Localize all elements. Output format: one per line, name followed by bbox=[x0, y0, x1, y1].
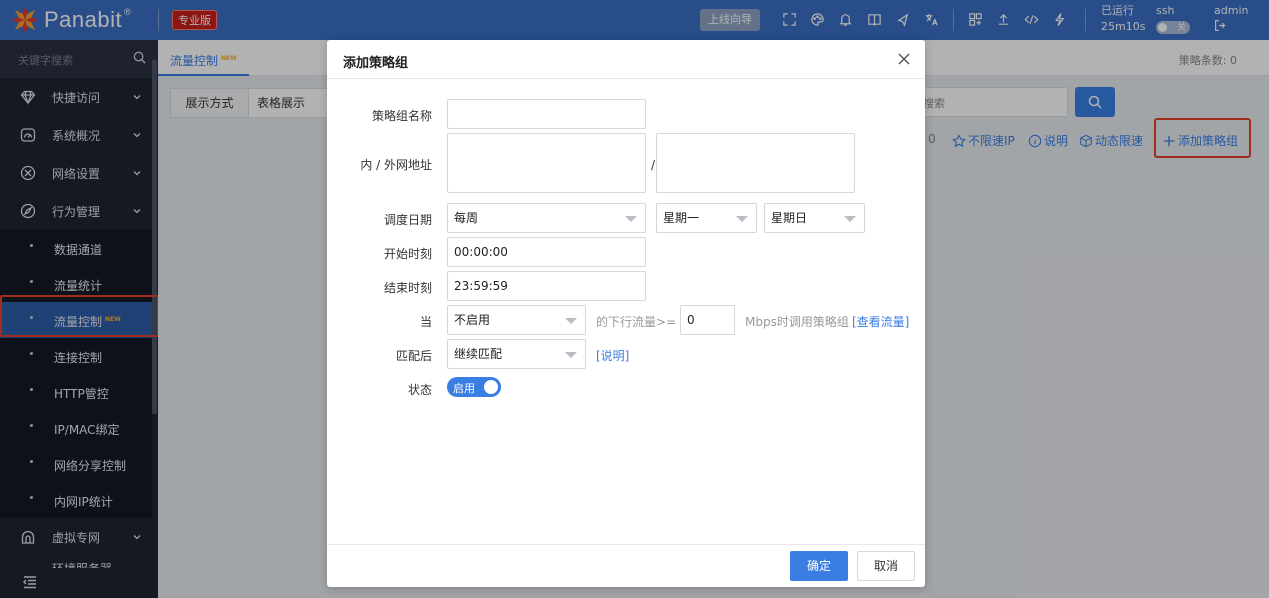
status-label: 状态 bbox=[407, 383, 432, 397]
dialog-divider bbox=[327, 78, 925, 79]
address-separator: / bbox=[651, 158, 656, 172]
confirm-button[interactable]: 确定 bbox=[790, 551, 848, 581]
add-policy-group-dialog: 添加策略组 策略组名称 内 / 外网地址 / 调度日期 每周 星期一 星期日 开… bbox=[327, 40, 925, 587]
start-time-label: 开始时刻 bbox=[383, 247, 432, 261]
group-name-input[interactable] bbox=[447, 99, 646, 129]
dropdown-caret-icon bbox=[844, 216, 856, 222]
schedule-select[interactable]: 每周 bbox=[447, 203, 646, 233]
threshold-input[interactable]: 0 bbox=[680, 305, 735, 335]
end-time-label: 结束时刻 bbox=[383, 281, 432, 295]
when-select[interactable]: 不启用 bbox=[447, 305, 586, 335]
dropdown-caret-icon bbox=[736, 216, 748, 222]
after-match-select[interactable]: 继续匹配 bbox=[447, 339, 586, 369]
dropdown-caret-icon bbox=[565, 318, 577, 324]
status-toggle[interactable]: 启用 bbox=[447, 377, 501, 397]
address-label: 内 / 外网地址 bbox=[360, 158, 432, 172]
day-from-select[interactable]: 星期一 bbox=[656, 203, 757, 233]
day-to-select[interactable]: 星期日 bbox=[764, 203, 865, 233]
group-name-label: 策略组名称 bbox=[371, 109, 432, 123]
when-label: 当 bbox=[419, 315, 432, 329]
when-hint: 的下行流量>= bbox=[596, 315, 677, 329]
close-icon[interactable] bbox=[897, 52, 911, 66]
end-time-input[interactable]: 23:59:59 bbox=[447, 271, 646, 301]
explain-link[interactable]: [说明] bbox=[596, 347, 629, 364]
dialog-footer-divider bbox=[327, 544, 925, 545]
dropdown-caret-icon bbox=[565, 352, 577, 358]
dropdown-caret-icon bbox=[625, 216, 637, 222]
after-match-label: 匹配后 bbox=[395, 349, 432, 363]
threshold-hint: Mbps时调用策略组 bbox=[745, 315, 849, 329]
view-traffic-link[interactable]: [查看流量] bbox=[852, 313, 909, 330]
cancel-button[interactable]: 取消 bbox=[857, 551, 915, 581]
outer-address-textarea[interactable] bbox=[656, 133, 855, 193]
inner-address-textarea[interactable] bbox=[447, 133, 646, 193]
schedule-label: 调度日期 bbox=[383, 213, 432, 227]
start-time-input[interactable]: 00:00:00 bbox=[447, 237, 646, 267]
dialog-title: 添加策略组 bbox=[343, 56, 409, 71]
